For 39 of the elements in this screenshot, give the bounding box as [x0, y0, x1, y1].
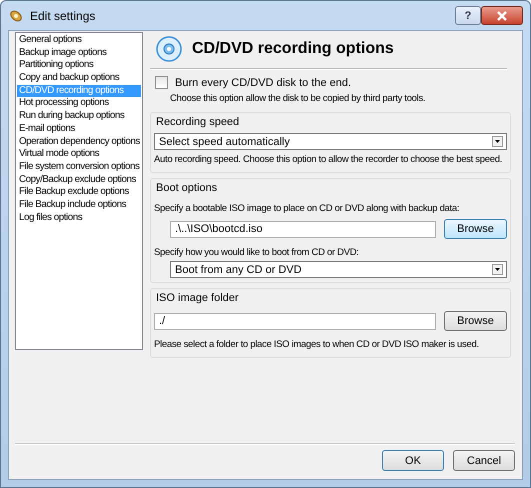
sidebar-item[interactable]: Operation dependency options — [17, 136, 141, 148]
option-description: Choose this option allow the disk to be copied by third party tools. — [169, 92, 426, 106]
sidebar-item[interactable]: File Backup include options — [17, 198, 141, 212]
folder-path-field[interactable]: ./ — [154, 312, 436, 330]
checkbox-label: Burn every CD/DVD disk to the end. — [175, 76, 352, 88]
disc-icon — [156, 36, 182, 62]
field-label: Specify how you would like to boot from CD or DVD: — [154, 246, 360, 260]
speed-dropdown[interactable]: Select speed automatically — [154, 133, 507, 150]
cancel-button[interactable]: Cancel — [453, 450, 515, 471]
close-button[interactable] — [481, 6, 523, 25]
close-icon — [497, 10, 507, 20]
sidebar-item[interactable]: Backup image options — [17, 46, 141, 60]
app-icon — [8, 8, 24, 24]
group-title: Boot options — [155, 181, 218, 196]
checkbox[interactable] — [155, 76, 168, 89]
sidebar-item[interactable]: Log files options — [17, 212, 141, 224]
speed-description: Auto recording speed. Choose this option to allow the recorder to choose the best speed. — [154, 153, 504, 167]
sidebar-item[interactable]: Copy and backup options — [17, 72, 141, 85]
browse-button[interactable]: Browse — [444, 219, 507, 239]
sidebar-item[interactable]: E-mail options — [17, 122, 141, 136]
sidebar-item[interactable]: Partitioning options — [17, 59, 141, 72]
page-title: CD/DVD recording options — [192, 40, 394, 58]
sidebar-item[interactable]: File system conversion options — [17, 160, 141, 174]
sidebar-item[interactable]: File Backup exclude options — [17, 186, 141, 199]
sidebar-item[interactable]: Hot processing options — [17, 97, 141, 110]
sidebar-item[interactable]: Virtual mode options — [17, 148, 141, 161]
browse-button[interactable]: Browse — [444, 311, 507, 331]
folder-description: Please select a folder to place ISO images to when CD or DVD ISO maker is used. — [154, 338, 480, 352]
field-label: Specify a bootable ISO image to place on CD or DVD along with backup data: — [154, 202, 460, 216]
boot-dropdown[interactable]: Boot from any CD or DVD — [170, 261, 507, 278]
sidebar-item[interactable]: Run during backup options — [17, 110, 141, 123]
window-title: Edit settings — [30, 8, 96, 22]
ok-button[interactable]: OK — [382, 450, 444, 471]
group-title: Recording speed — [155, 115, 240, 130]
group-title: ISO image folder — [155, 291, 240, 306]
help-button[interactable]: ? — [455, 6, 481, 25]
sidebar-item[interactable]: Copy/Backup exclude options — [17, 174, 141, 186]
sidebar-item[interactable]: General options — [17, 34, 141, 47]
iso-path-field[interactable]: .\..\ISO\bootcd.iso — [170, 220, 436, 238]
